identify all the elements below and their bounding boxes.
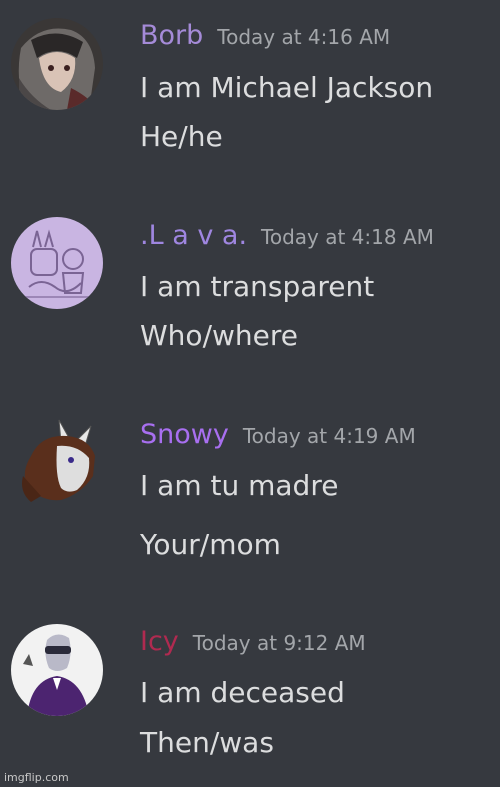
avatar-snowy[interactable] — [11, 416, 103, 508]
username-borb[interactable]: Borb — [140, 20, 203, 51]
purple-suit-character-avatar-icon — [11, 624, 103, 716]
avatar-borb[interactable] — [11, 18, 103, 110]
message-text: I am deceased — [140, 676, 345, 709]
username-icy[interactable]: Icy — [140, 626, 179, 657]
message-text: Who/where — [140, 319, 298, 352]
avatar-icy[interactable] — [11, 624, 103, 716]
anime-character-avatar-icon — [11, 18, 103, 110]
message-header: Snowy Today at 4:19 AM — [140, 419, 416, 450]
message-header: .L a v a. Today at 4:18 AM — [140, 220, 434, 251]
avatar-lava[interactable] — [11, 217, 103, 309]
purple-sketch-avatar-icon — [11, 217, 103, 309]
message-text: He/he — [140, 120, 223, 153]
message-text: Your/mom — [140, 528, 281, 561]
wolf-character-avatar-icon — [22, 419, 95, 502]
username-snowy[interactable]: Snowy — [140, 419, 229, 450]
message-text: Then/was — [140, 726, 274, 759]
timestamp: Today at 9:12 AM — [192, 631, 366, 655]
timestamp: Today at 4:18 AM — [261, 225, 434, 249]
imgflip-watermark: imgflip.com — [4, 771, 69, 784]
message-text: I am transparent — [140, 270, 375, 303]
timestamp: Today at 4:19 AM — [242, 424, 416, 448]
timestamp: Today at 4:16 AM — [217, 25, 391, 49]
username-lava[interactable]: .L a v a. — [140, 220, 247, 251]
message-header: Borb Today at 4:16 AM — [140, 20, 390, 51]
message-header: Icy Today at 9:12 AM — [140, 626, 366, 657]
message-text: I am tu madre — [140, 469, 339, 502]
message-text: I am Michael Jackson — [140, 71, 434, 104]
